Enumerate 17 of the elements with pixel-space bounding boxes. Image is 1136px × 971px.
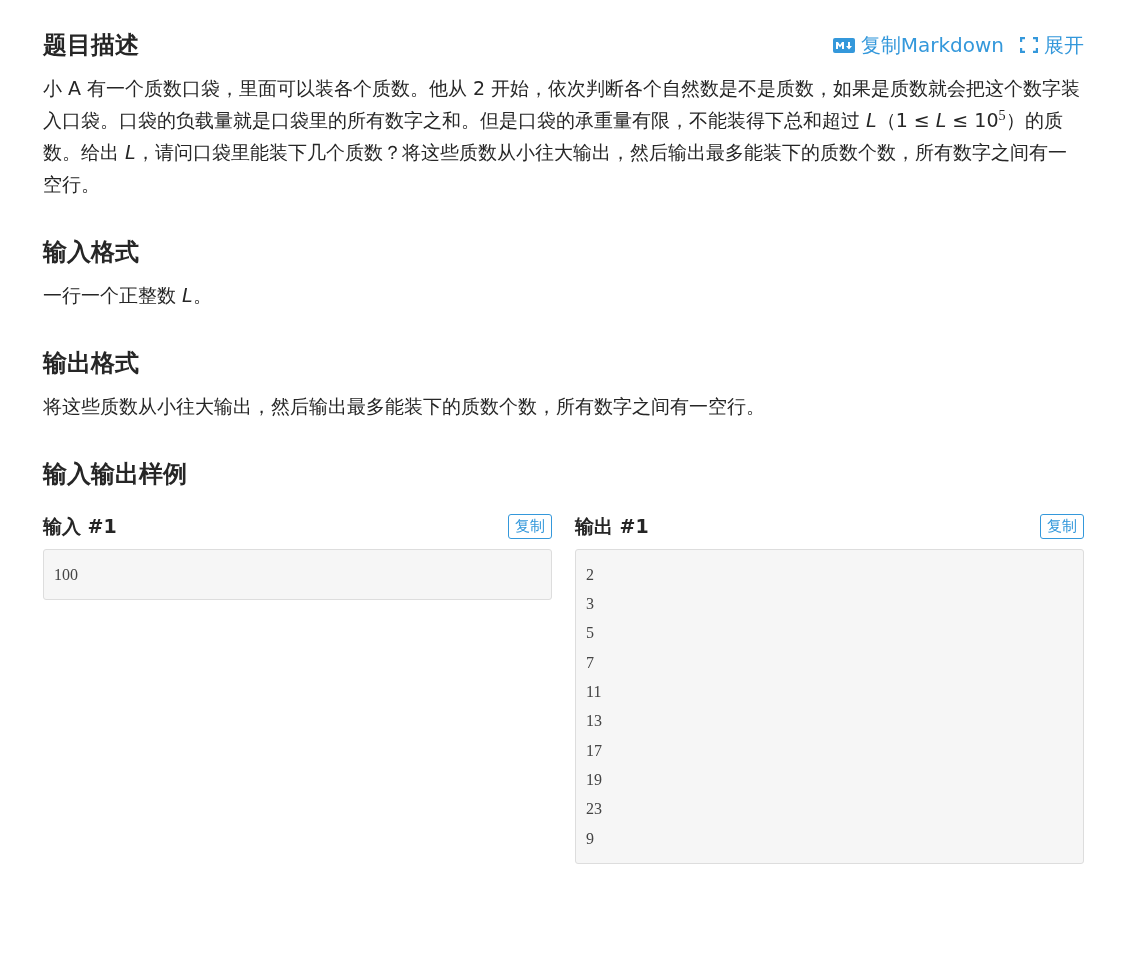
sample-code-block: 2 3 5 7 11 13 17 19 23 9 <box>575 548 1084 864</box>
copy-button[interactable]: 复制 <box>508 514 552 540</box>
copy-markdown-link[interactable]: 复制Markdown <box>832 30 1004 60</box>
section-paragraph: 小 A 有一个质数口袋，里面可以装各个质数。他从 2 开始，依次判断各个自然数是不是质数，如果是质数就会把这个数字装入口袋。口袋的负载量就是口袋里的所有数字之和。但是口袋的承重量有限，不能装得下总和超过 L（1 ≤ L ≤ 10$^{5}$）的质数。给出 L，请问口袋里能装下几个质数？将这些质数从小往大输出，然后输出最多能装下的质数个数，所有数字之间有一空行。 <box>43 76 1082 197</box>
sample-code-block: 100 <box>43 548 552 601</box>
section-heading: 输入格式 <box>43 238 139 267</box>
markdown-icon <box>832 37 855 53</box>
section-paragraph: 一行一个正整数 L。 <box>43 282 213 308</box>
expand-link[interactable]: 展开 <box>1020 30 1084 60</box>
expand-icon <box>1020 37 1038 53</box>
sample-label: 输出 #1 <box>575 514 649 540</box>
section-heading: 输出格式 <box>43 348 139 378</box>
section-heading: 输入输出样例 <box>43 459 187 489</box>
copy-button[interactable]: 复制 <box>1040 514 1084 540</box>
sample-label: 输入 #1 <box>43 514 117 540</box>
section-heading: 题目描述 <box>43 30 139 60</box>
section-paragraph: 将这些质数从小往大输出，然后输出最多能装下的质数个数，所有数字之间有一空行。 <box>43 393 766 419</box>
